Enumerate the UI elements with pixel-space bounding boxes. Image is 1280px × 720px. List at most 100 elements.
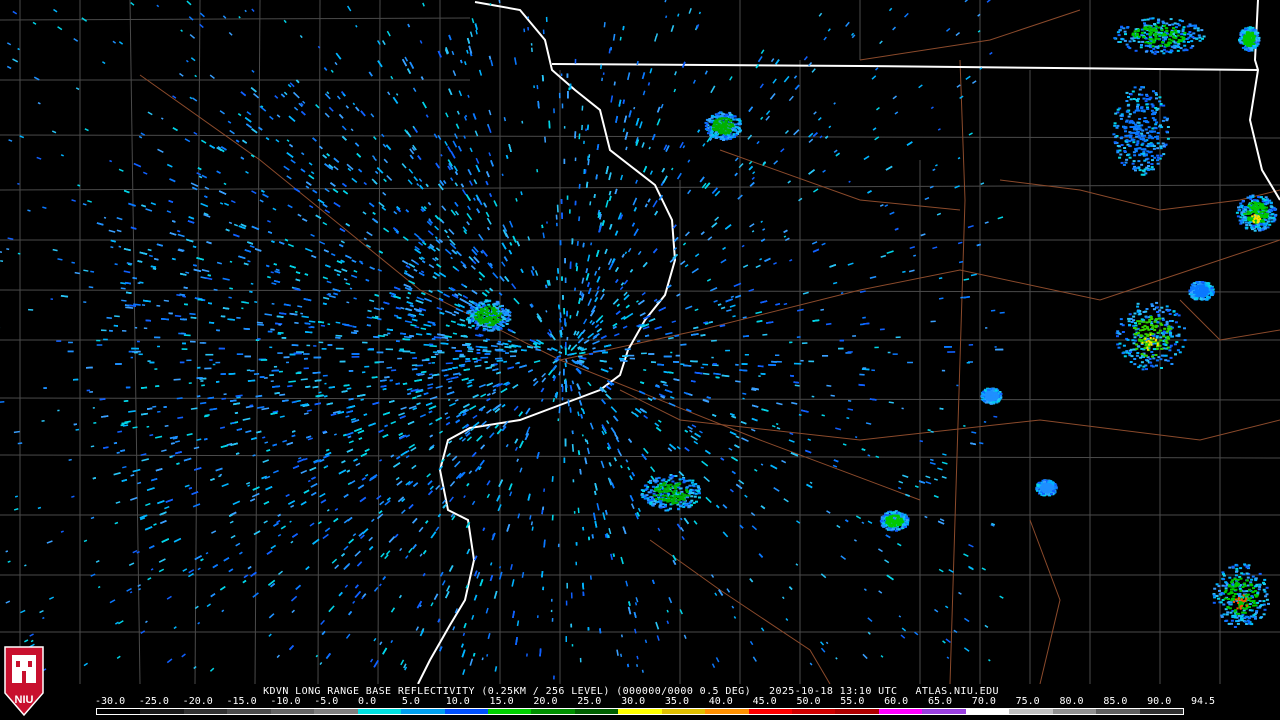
radar-echo-speck (808, 360, 815, 363)
radar-echo-speck (561, 212, 563, 219)
radar-echo-speck (215, 361, 221, 364)
radar-echo-speck (204, 367, 212, 370)
radar-echo-speck (431, 356, 436, 358)
radar-echo-speck (281, 336, 287, 339)
radar-echo-speck (550, 609, 553, 613)
radar-echo-speck (1116, 31, 1120, 34)
radar-echo-speck (568, 87, 570, 91)
radar-echo-speck (561, 103, 564, 109)
radar-echo-speck (895, 336, 901, 339)
radar-echo-speck (711, 356, 714, 359)
radar-echo-speck (374, 361, 380, 364)
radar-echo-speck (241, 307, 244, 310)
radar-echo-speck (428, 362, 432, 365)
radar-echo-speck (571, 238, 574, 245)
radar-echo-speck (348, 370, 354, 372)
radar-echo-speck (324, 382, 327, 385)
radar-echo-speck (376, 351, 384, 354)
radar-echo-speck (136, 340, 140, 343)
radar-echo-speck (181, 332, 185, 335)
radar-echo-speck (558, 92, 561, 99)
radar-echo-speck (675, 354, 680, 357)
radar-echo-speck (1162, 52, 1166, 55)
radar-echo-speck (108, 329, 113, 332)
radar-echo-speck (566, 73, 569, 78)
radar-echo-speck (476, 352, 481, 354)
radar-echo-speck (362, 341, 368, 344)
radar-echo-speck (573, 511, 576, 514)
radar-echo-speck (1124, 33, 1127, 36)
radar-echo-speck (43, 387, 47, 390)
radar-echo-speck (431, 362, 435, 364)
radar-echo-speck (186, 359, 192, 362)
radar-echo-speck (244, 355, 251, 358)
radar-echo-speck (892, 353, 898, 355)
radar-echo-speck (308, 326, 312, 329)
radar-echo-speck (744, 354, 749, 356)
radar-echo-speck (563, 308, 566, 315)
radar-echo-speck (735, 363, 739, 366)
radar-echo-speck (92, 407, 95, 409)
radar-echo-speck (437, 350, 443, 352)
radar-echo-speck (446, 339, 449, 342)
radar-echo-speck (306, 344, 311, 347)
radar-echo-speck (775, 354, 780, 356)
radar-echo-speck (200, 380, 204, 382)
radar-echo-speck (575, 542, 578, 546)
radar-echo-speck (182, 342, 186, 345)
radar-echo-speck (862, 367, 867, 369)
radar-echo-speck (278, 324, 282, 326)
radar-echo-speck (956, 384, 959, 387)
radar-echo-speck (527, 16, 530, 19)
radar-echo-speck (1151, 51, 1155, 54)
radar-echo-speck (504, 352, 510, 354)
radar-echo-speck (68, 341, 73, 344)
radar-echo-speck (1180, 20, 1184, 23)
radar-echo-speck (569, 209, 571, 214)
radar-echo-speck (1144, 50, 1148, 53)
radar-echo-speck (542, 586, 545, 591)
radar-echo-speck (1140, 44, 1143, 46)
radar-echo-speck (564, 258, 566, 264)
radar-echo-speck (555, 222, 558, 227)
radar-echo-speck (670, 351, 673, 354)
radar-echo-speck (575, 561, 578, 566)
radar-echo-speck (1197, 34, 1201, 37)
radar-echo-speck (267, 330, 273, 333)
radar-echo-speck (561, 397, 564, 401)
radar-echo-speck (563, 126, 566, 129)
radar-echo-speck (277, 352, 283, 354)
radar-echo-speck (412, 357, 417, 360)
radar-echo-speck (563, 457, 566, 463)
radar-echo-speck (273, 365, 278, 368)
radar-echo-speck (476, 349, 481, 351)
radar-echo-speck (399, 348, 404, 351)
radar-echo-speck (566, 310, 568, 317)
radar-echo-speck (579, 657, 582, 663)
radar-echo-speck (131, 347, 139, 350)
radar-echo-speck (236, 353, 244, 355)
radar-echo-speck (293, 352, 302, 355)
radar-echo-speck (283, 356, 290, 359)
radar-echo-speck (286, 361, 290, 364)
radar-echo-speck (270, 380, 274, 383)
radar-echo-speck (557, 418, 560, 422)
radar-echo-speck (555, 214, 558, 220)
radar-echo-speck (179, 361, 185, 364)
radar-echo-speck (468, 348, 474, 351)
radar-echo-speck (874, 346, 879, 349)
radar-echo-speck (571, 644, 574, 647)
radar-echo-speck (103, 338, 108, 341)
radar-echo-speck (100, 329, 107, 332)
radar-echo-speck (181, 348, 188, 350)
radar-echo-speck (291, 344, 299, 347)
radar-echo-speck (564, 318, 566, 326)
radar-echo-speck (218, 347, 225, 350)
radar-echo-speck (57, 409, 60, 412)
radar-echo-speck (125, 386, 131, 389)
radar-echo-speck (847, 351, 853, 353)
radar-echo-speck (566, 195, 569, 200)
radar-echo-speck (985, 327, 988, 329)
radar-echo-speck (887, 351, 891, 354)
radar-echo-speck (562, 294, 564, 300)
